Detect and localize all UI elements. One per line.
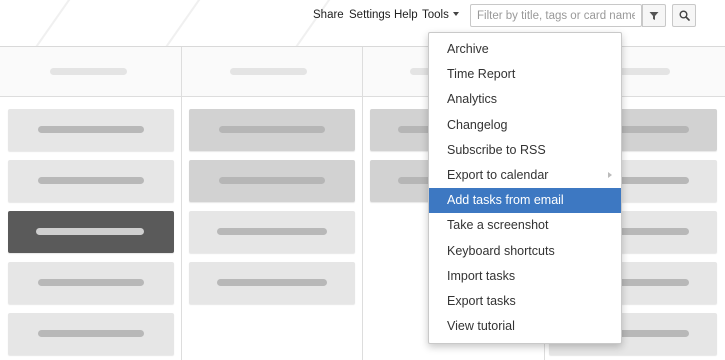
menu-item-analytics[interactable]: Analytics bbox=[429, 87, 621, 112]
menu-item-label: Take a screenshot bbox=[447, 218, 549, 233]
column-header[interactable] bbox=[0, 47, 181, 97]
card-title-placeholder bbox=[38, 279, 144, 286]
search-button[interactable] bbox=[672, 4, 696, 27]
settings-link[interactable]: Settings bbox=[349, 9, 391, 23]
column-header[interactable] bbox=[182, 47, 362, 97]
task-card[interactable] bbox=[189, 211, 355, 253]
column-title-placeholder bbox=[230, 68, 307, 75]
task-card[interactable] bbox=[189, 109, 355, 151]
tools-menu-toggle[interactable]: Tools bbox=[422, 9, 459, 21]
task-card-selected[interactable] bbox=[8, 211, 174, 253]
column-title-placeholder bbox=[50, 68, 127, 75]
tools-dropdown-menu: Archive Time Report Analytics Changelog … bbox=[428, 32, 622, 344]
menu-item-label: Add tasks from email bbox=[447, 193, 564, 208]
chevron-right-icon bbox=[608, 171, 612, 178]
filter-funnel-icon bbox=[649, 11, 659, 20]
share-link[interactable]: Share bbox=[313, 9, 344, 23]
menu-item-import-tasks[interactable]: Import tasks bbox=[429, 264, 621, 289]
menu-item-label: Export to calendar bbox=[447, 167, 549, 182]
menu-item-label: Export tasks bbox=[447, 293, 516, 308]
filter-button[interactable] bbox=[642, 4, 666, 27]
menu-item-label: Time Report bbox=[447, 67, 516, 82]
card-title-placeholder bbox=[219, 177, 325, 184]
menu-item-label: Archive bbox=[447, 42, 489, 56]
card-title-placeholder bbox=[217, 228, 327, 235]
tools-label: Tools bbox=[422, 9, 449, 21]
card-title-placeholder bbox=[36, 228, 144, 235]
task-card[interactable] bbox=[189, 160, 355, 202]
help-link[interactable]: Help bbox=[394, 9, 418, 23]
card-title-placeholder bbox=[38, 177, 144, 184]
board-column bbox=[182, 47, 363, 360]
menu-item-label: View tutorial bbox=[447, 319, 515, 334]
search-input[interactable] bbox=[470, 4, 642, 27]
menu-item-export-tasks[interactable]: Export tasks bbox=[429, 289, 621, 314]
chevron-down-icon bbox=[452, 11, 459, 16]
menu-item-label: Changelog bbox=[447, 117, 508, 132]
task-card[interactable] bbox=[189, 262, 355, 304]
menu-item-label: Import tasks bbox=[447, 268, 516, 283]
menu-item-label: Keyboard shortcuts bbox=[447, 243, 555, 258]
menu-item-keyboard-shortcuts[interactable]: Keyboard shortcuts bbox=[429, 239, 621, 264]
task-card[interactable] bbox=[8, 109, 174, 151]
card-title-placeholder bbox=[38, 126, 144, 133]
menu-item-view-tutorial[interactable]: View tutorial bbox=[429, 314, 621, 339]
menu-item-label: Analytics bbox=[447, 92, 498, 107]
menu-item-label: Subscribe to RSS bbox=[447, 142, 546, 157]
menu-item-export-calendar[interactable]: Export to calendar bbox=[429, 163, 621, 188]
board-column bbox=[0, 47, 182, 360]
task-card[interactable] bbox=[8, 160, 174, 202]
menu-item-changelog[interactable]: Changelog bbox=[429, 113, 621, 138]
card-title-placeholder bbox=[38, 330, 144, 337]
card-title-placeholder bbox=[219, 126, 325, 133]
menu-item-add-tasks-email[interactable]: Add tasks from email bbox=[429, 188, 621, 214]
card-title-placeholder bbox=[217, 279, 327, 286]
menu-item-take-screenshot[interactable]: Take a screenshot bbox=[429, 213, 621, 238]
magnifier-search-icon bbox=[679, 10, 690, 21]
menu-item-archive[interactable]: Archive bbox=[429, 37, 621, 62]
task-card[interactable] bbox=[8, 262, 174, 304]
menu-item-time-report[interactable]: Time Report bbox=[429, 62, 621, 87]
task-card[interactable] bbox=[8, 313, 174, 355]
menu-item-subscribe-rss[interactable]: Subscribe to RSS bbox=[429, 138, 621, 163]
